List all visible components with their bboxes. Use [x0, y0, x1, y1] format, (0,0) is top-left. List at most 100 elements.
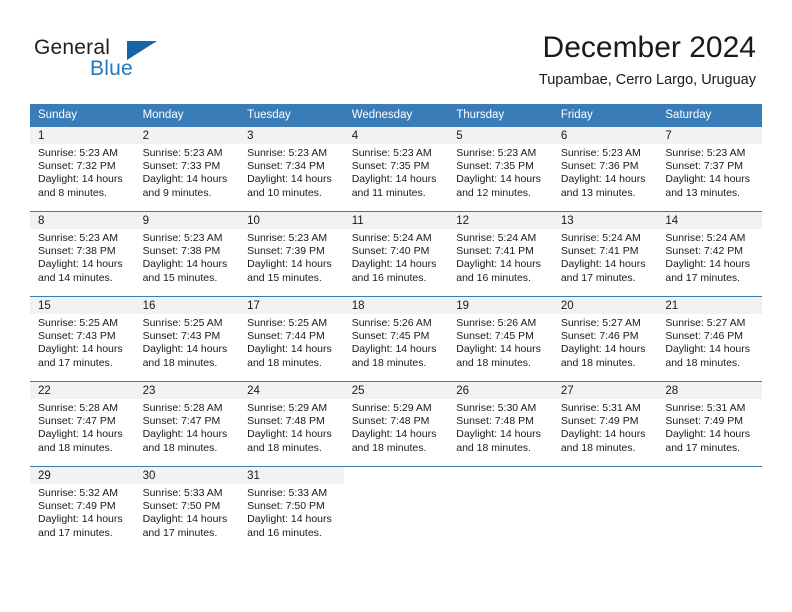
daylight-text-line2: and 16 minutes. — [247, 526, 322, 539]
daylight-text-line1: Daylight: 14 hours — [38, 513, 123, 526]
day-number: 18 — [351, 300, 365, 312]
calendar-week-row: 15 Sunrise: 5:25 AM Sunset: 7:43 PM Dayligh… — [30, 296, 762, 382]
daylight-text-line2: and 15 minutes. — [142, 271, 218, 284]
sunrise-text: Sunrise: 5:26 AM — [456, 317, 537, 329]
day-number: 22 — [38, 385, 51, 397]
day-number — [657, 467, 762, 470]
calendar-day-cell[interactable]: 15 Sunrise: 5:25 AM Sunset: 7:43 PM Dayligh… — [30, 296, 135, 382]
calendar-day-cell[interactable]: 6 Sunrise: 5:23 AM Sunset: 7:36 PM Daylight… — [552, 126, 658, 212]
sunset-text: Sunset: 7:38 PM — [38, 245, 116, 258]
calendar-day-cell[interactable]: 20 Sunrise: 5:27 AM Sunset: 7:46 PM Dayligh… — [552, 296, 658, 382]
calendar-day-cell[interactable]: 23 Sunrise: 5:28 AM Sunset: 7:47 PM Dayligh… — [134, 381, 240, 467]
sunset-text: Sunset: 7:35 PM — [456, 160, 534, 173]
day-number: 13 — [560, 215, 574, 227]
calendar-day-cell[interactable]: 3 Sunrise: 5:23 AM Sunset: 7:34 PM Daylight… — [239, 126, 344, 212]
day-number: 1 — [38, 130, 45, 142]
calendar-day-cell[interactable]: 29 Sunrise: 5:32 AM Sunset: 7:49 PM Dayligh… — [30, 466, 135, 551]
daylight-text-line2: and 11 minutes. — [351, 186, 426, 199]
calendar-body: 1 Sunrise: 5:23 AM Sunset: 7:32 PM Daylight… — [30, 126, 762, 551]
daylight-text-line2: and 18 minutes. — [247, 441, 322, 454]
day-number: 3 — [247, 130, 254, 142]
sunset-text: Sunset: 7:32 PM — [38, 160, 116, 173]
calendar-day-cell[interactable]: 16 Sunrise: 5:25 AM Sunset: 7:43 PM Dayligh… — [134, 296, 240, 382]
calendar-day-cell[interactable]: 24 Sunrise: 5:29 AM Sunset: 7:48 PM Dayligh… — [239, 381, 344, 467]
calendar-day-cell[interactable]: 1 Sunrise: 5:23 AM Sunset: 7:32 PM Daylight… — [30, 126, 135, 212]
calendar-week-row: 22 Sunrise: 5:28 AM Sunset: 7:47 PM Dayligh… — [30, 381, 762, 467]
calendar-day-cell[interactable]: 9 Sunrise: 5:23 AM Sunset: 7:38 PM Daylight… — [134, 211, 240, 297]
sunset-text: Sunset: 7:49 PM — [560, 415, 639, 428]
day-number: 25 — [351, 385, 365, 397]
calendar-day-cell[interactable]: 25 Sunrise: 5:29 AM Sunset: 7:48 PM Dayligh… — [343, 381, 449, 467]
day-number: 14 — [665, 215, 679, 227]
sunset-text: Sunset: 7:41 PM — [560, 245, 639, 258]
sunset-text: Sunset: 7:33 PM — [142, 160, 221, 173]
sunset-text: Sunset: 7:38 PM — [142, 245, 221, 258]
daylight-text-line1: Daylight: 14 hours — [247, 258, 332, 271]
daylight-text-line1: Daylight: 14 hours — [351, 173, 437, 186]
daylight-text-line1: Daylight: 14 hours — [38, 258, 123, 271]
daylight-text-line1: Daylight: 14 hours — [456, 258, 541, 271]
sunset-text: Sunset: 7:37 PM — [665, 160, 744, 173]
calendar-day-cell[interactable]: 30 Sunrise: 5:33 AM Sunset: 7:50 PM Dayligh… — [134, 466, 240, 551]
sunrise-text: Sunrise: 5:25 AM — [38, 317, 118, 329]
day-number: 11 — [351, 215, 364, 227]
calendar-day-cell[interactable]: 27 Sunrise: 5:31 AM Sunset: 7:49 PM Dayligh… — [552, 381, 658, 467]
sunrise-text: Sunrise: 5:29 AM — [247, 402, 328, 414]
day-number: 4 — [351, 130, 359, 142]
day-number — [448, 467, 553, 470]
day-number: 6 — [560, 130, 568, 142]
sunset-text: Sunset: 7:49 PM — [38, 500, 116, 513]
day-number: 2 — [142, 130, 149, 142]
calendar-day-cell[interactable]: 2 Sunrise: 5:23 AM Sunset: 7:33 PM Daylight… — [134, 126, 240, 212]
sunrise-text: Sunrise: 5:31 AM — [560, 402, 641, 414]
daylight-text-line1: Daylight: 14 hours — [456, 173, 541, 186]
sunrise-text: Sunrise: 5:27 AM — [665, 317, 746, 329]
daylight-text-line2: and 17 minutes. — [560, 271, 636, 284]
daylight-text-line1: Daylight: 14 hours — [560, 343, 646, 356]
calendar-day-cell[interactable]: 5 Sunrise: 5:23 AM Sunset: 7:35 PM Daylight… — [448, 126, 553, 212]
sunrise-text: Sunrise: 5:33 AM — [247, 487, 328, 499]
daylight-text-line2: and 18 minutes. — [351, 356, 427, 369]
general-blue-logo[interactable]: General Blue — [34, 36, 234, 92]
sunrise-text: Sunrise: 5:23 AM — [142, 147, 223, 159]
calendar-week-row: 29 Sunrise: 5:32 AM Sunset: 7:49 PM Dayligh… — [30, 466, 762, 551]
calendar-day-cell[interactable]: 4 Sunrise: 5:23 AM Sunset: 7:35 PM Daylight… — [343, 126, 449, 212]
daylight-text-line1: Daylight: 14 hours — [560, 173, 646, 186]
calendar-day-cell[interactable]: 18 Sunrise: 5:26 AM Sunset: 7:45 PM Dayligh… — [343, 296, 449, 382]
sunset-text: Sunset: 7:35 PM — [351, 160, 430, 173]
sunset-text: Sunset: 7:43 PM — [142, 330, 221, 343]
daylight-text-line2: and 18 minutes. — [456, 356, 531, 369]
calendar-day-cell[interactable]: 19 Sunrise: 5:26 AM Sunset: 7:45 PM Dayligh… — [448, 296, 553, 382]
calendar-day-cell[interactable]: 26 Sunrise: 5:30 AM Sunset: 7:48 PM Dayligh… — [448, 381, 553, 467]
calendar-day-cell[interactable]: 21 Sunrise: 5:27 AM Sunset: 7:46 PM Dayligh… — [657, 296, 762, 382]
calendar-day-cell[interactable]: 28 Sunrise: 5:31 AM Sunset: 7:49 PM Dayligh… — [657, 381, 762, 467]
daylight-text-line2: and 18 minutes. — [351, 441, 427, 454]
sunset-text: Sunset: 7:46 PM — [665, 330, 744, 343]
sunset-text: Sunset: 7:44 PM — [247, 330, 325, 343]
calendar-day-cell[interactable]: 14 Sunrise: 5:24 AM Sunset: 7:42 PM Dayligh… — [657, 211, 762, 297]
calendar-day-cell[interactable]: 10 Sunrise: 5:23 AM Sunset: 7:39 PM Dayligh… — [239, 211, 344, 297]
sunset-text: Sunset: 7:48 PM — [351, 415, 430, 428]
sunset-text: Sunset: 7:39 PM — [247, 245, 325, 258]
calendar-day-cell-empty — [448, 466, 553, 551]
calendar-day-cell[interactable]: 12 Sunrise: 5:24 AM Sunset: 7:41 PM Dayligh… — [448, 211, 553, 297]
daylight-text-line1: Daylight: 14 hours — [665, 343, 751, 356]
sunset-text: Sunset: 7:50 PM — [247, 500, 325, 513]
weekday-header-friday: Friday — [552, 104, 658, 127]
calendar-day-cell[interactable]: 17 Sunrise: 5:25 AM Sunset: 7:44 PM Dayligh… — [239, 296, 344, 382]
calendar-day-cell[interactable]: 8 Sunrise: 5:23 AM Sunset: 7:38 PM Daylight… — [30, 211, 135, 297]
calendar-day-cell[interactable]: 11 Sunrise: 5:24 AM Sunset: 7:40 PM Dayligh… — [343, 211, 449, 297]
calendar-day-cell[interactable]: 22 Sunrise: 5:28 AM Sunset: 7:47 PM Dayligh… — [30, 381, 135, 467]
daylight-text-line2: and 8 minutes. — [38, 186, 107, 199]
calendar-day-cell[interactable]: 7 Sunrise: 5:23 AM Sunset: 7:37 PM Daylight… — [657, 126, 762, 212]
calendar-day-cell[interactable]: 13 Sunrise: 5:24 AM Sunset: 7:41 PM Dayligh… — [552, 211, 658, 297]
daylight-text-line1: Daylight: 14 hours — [38, 173, 123, 186]
sunset-text: Sunset: 7:40 PM — [351, 245, 430, 258]
day-number: 27 — [560, 385, 574, 397]
sunrise-text: Sunrise: 5:26 AM — [351, 317, 432, 329]
day-number: 8 — [38, 215, 45, 227]
daylight-text-line1: Daylight: 14 hours — [142, 173, 228, 186]
daylight-text-line2: and 18 minutes. — [247, 356, 322, 369]
calendar-day-cell[interactable]: 31 Sunrise: 5:33 AM Sunset: 7:50 PM Dayligh… — [239, 466, 344, 551]
sunrise-text: Sunrise: 5:28 AM — [142, 402, 223, 414]
